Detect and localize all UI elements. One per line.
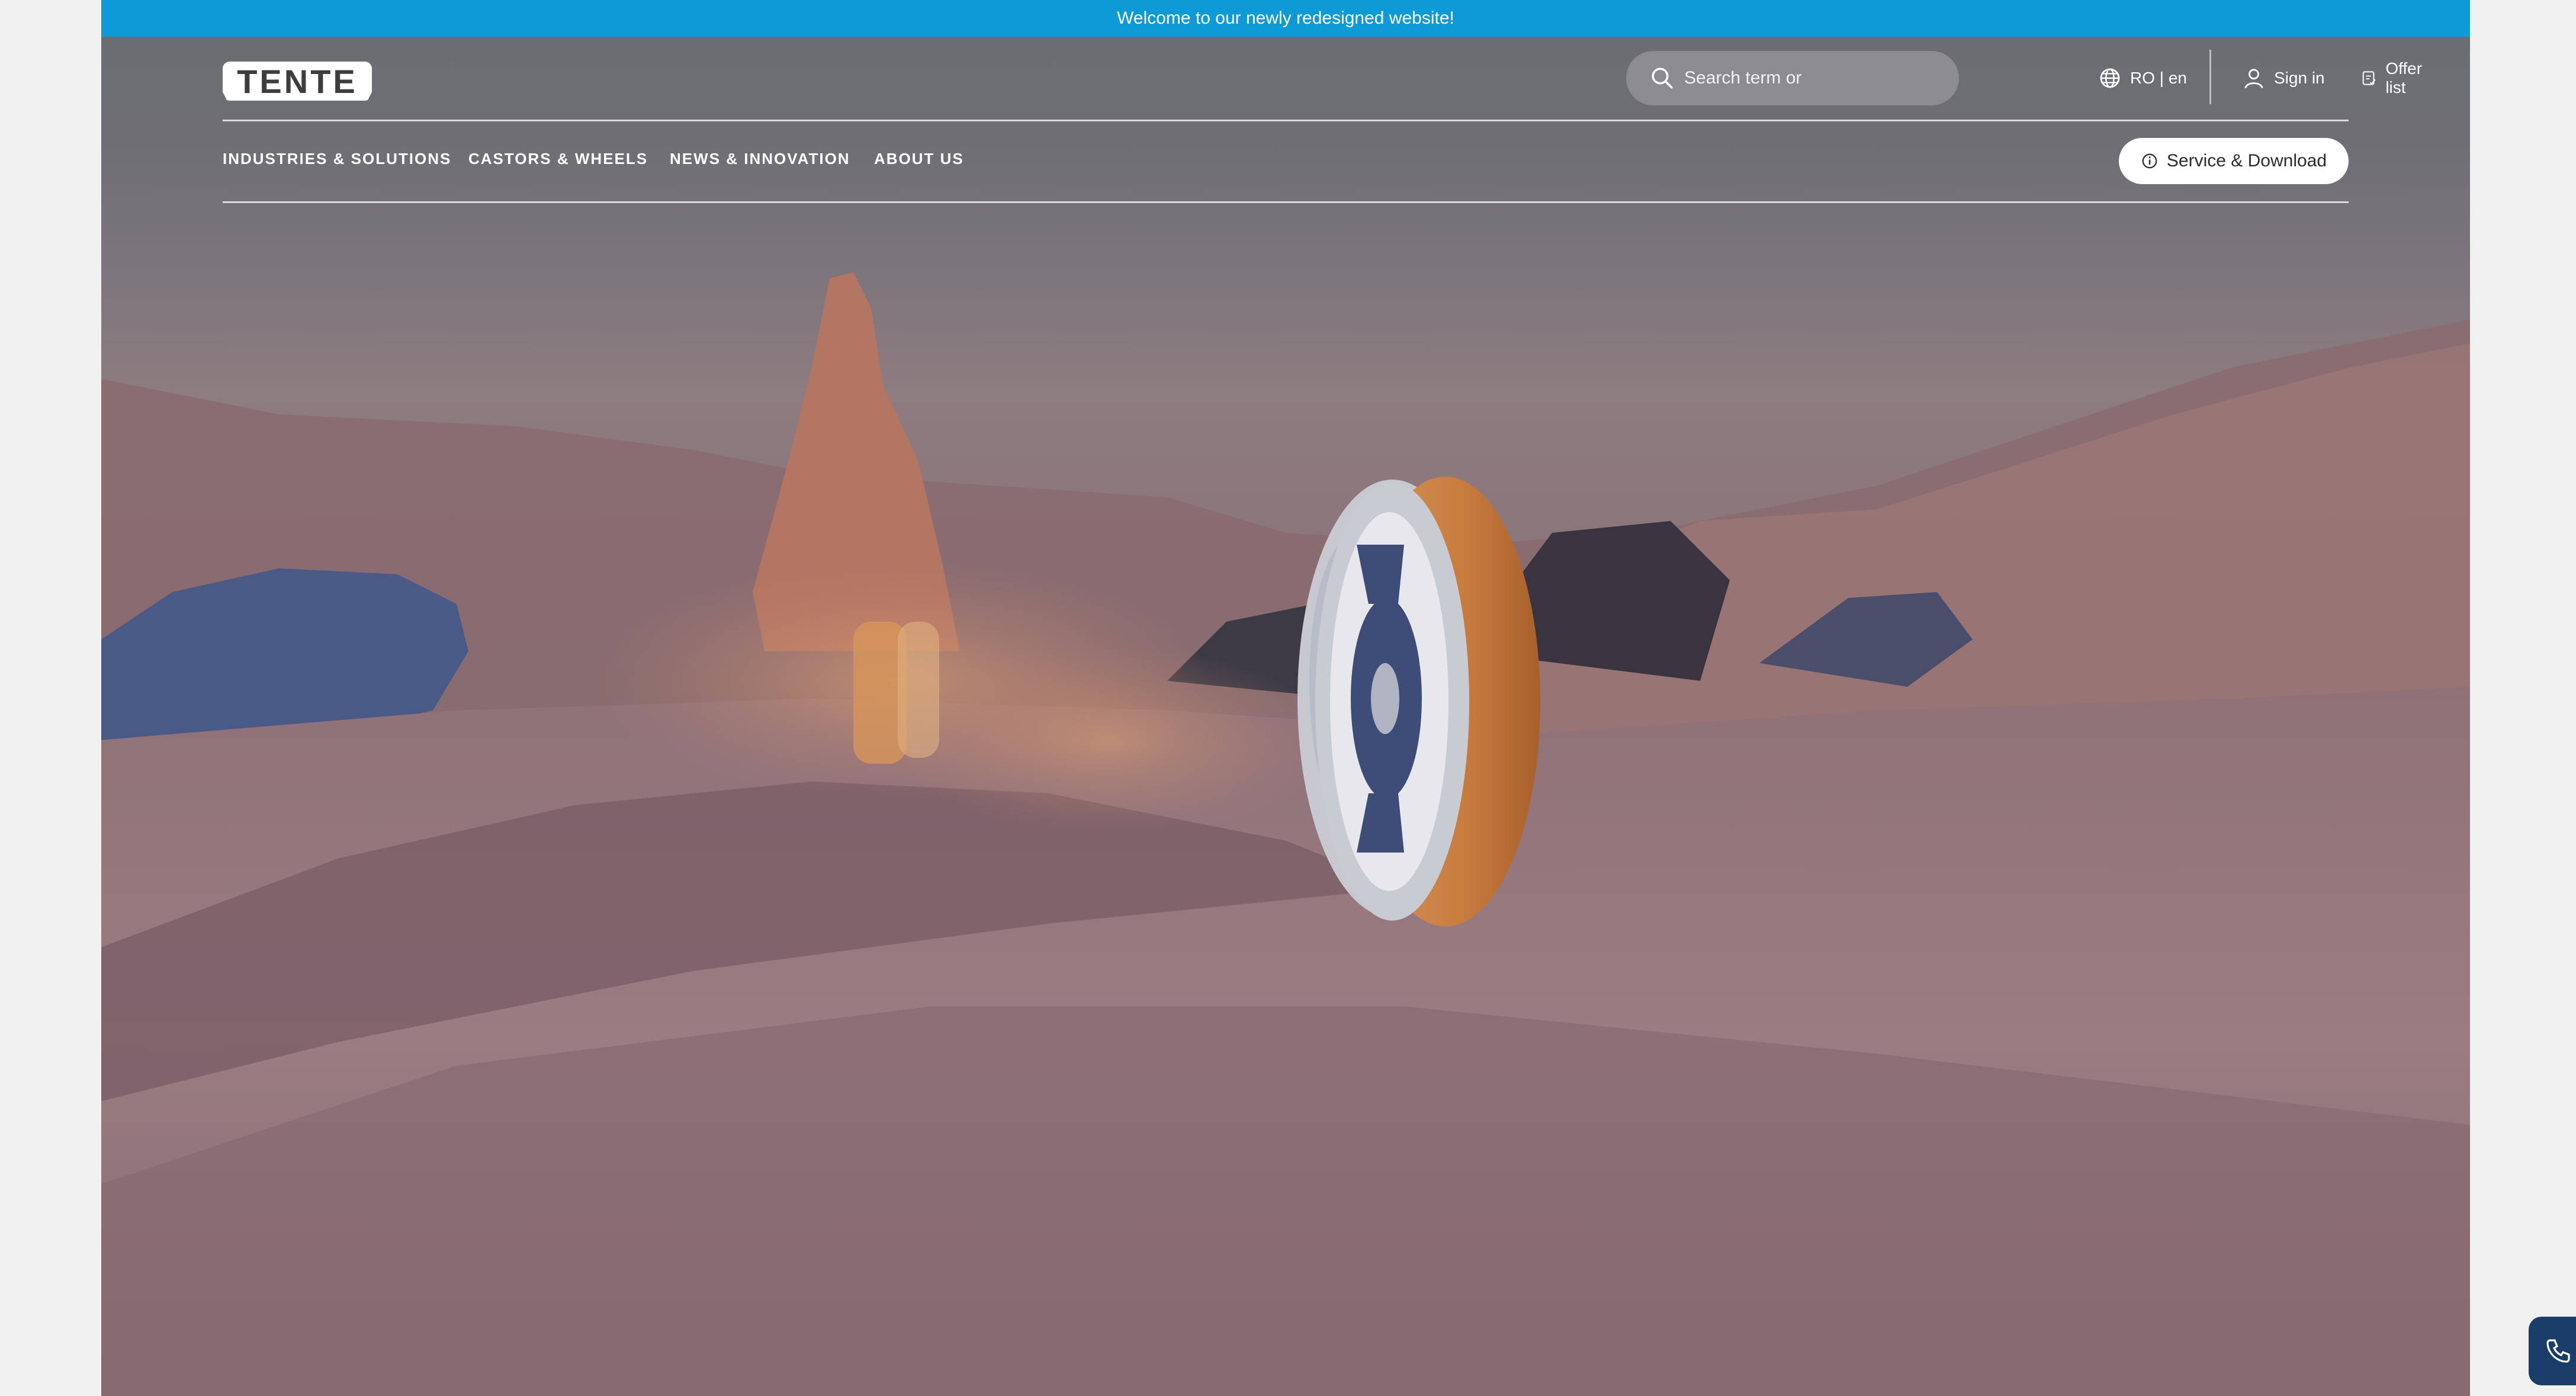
tente-logo[interactable]: TENTE (223, 62, 372, 101)
wheel-illustration (1297, 477, 1540, 927)
nav-item-about[interactable]: ABOUT US (874, 150, 964, 168)
offer-list-link[interactable]: Offer list (2360, 59, 2429, 97)
announcement-banner[interactable]: Welcome to our newly redesigned website! (101, 0, 2470, 37)
phone-icon (2546, 1339, 2570, 1363)
page: Welcome to our newly redesigned website!… (101, 0, 2470, 1396)
search-icon (1652, 67, 1673, 89)
clipboard-icon (2362, 71, 2376, 85)
main-nav: INDUSTRIES & SOLUTIONS CASTORS & WHEELS … (223, 121, 2349, 203)
globe-icon (2100, 68, 2120, 88)
user-icon (2244, 69, 2263, 89)
header: TENTE RO | en Sign in (223, 37, 2422, 121)
search-bar[interactable] (1626, 51, 1959, 105)
sign-in-link[interactable]: Sign in (2242, 63, 2325, 94)
contact-phone-button[interactable] (2529, 1317, 2576, 1385)
language-selector[interactable]: RO | en (2098, 63, 2187, 94)
language-label: RO | en (2130, 69, 2187, 87)
nav-item-industries[interactable]: INDUSTRIES & SOLUTIONS (223, 150, 451, 168)
service-download-button[interactable]: Service & Download (2119, 138, 2349, 184)
info-icon (2142, 153, 2157, 169)
banner-text: Welcome to our newly redesigned website! (1117, 8, 1454, 28)
search-input[interactable] (1683, 67, 1922, 89)
sign-in-label: Sign in (2274, 69, 2325, 87)
logo-text: TENTE (237, 62, 358, 100)
service-download-label: Service & Download (2166, 151, 2327, 171)
hero-scene (101, 272, 2470, 1396)
header-divider (2209, 50, 2211, 104)
nav-item-castors[interactable]: CASTORS & WHEELS (468, 150, 648, 168)
nav-item-news[interactable]: NEWS & INNOVATION (670, 150, 850, 168)
offer-list-label: Offer list (2385, 59, 2423, 97)
